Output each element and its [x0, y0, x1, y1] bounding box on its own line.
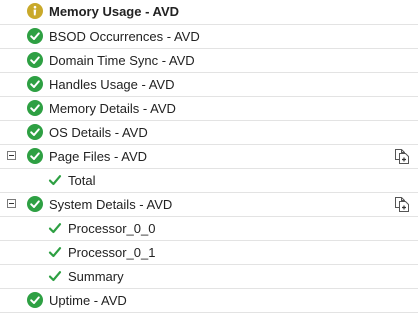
add-descriptor-icon[interactable]	[392, 196, 410, 212]
tree-row-summary[interactable]: Summary	[0, 265, 418, 289]
check-circle-icon	[27, 76, 43, 92]
tree-row-label: Summary	[68, 269, 124, 284]
add-descriptor-icon[interactable]	[392, 148, 410, 164]
check-icon	[48, 173, 62, 187]
check-circle-icon	[27, 28, 43, 44]
tree-row-label: System Details - AVD	[49, 197, 173, 212]
tree-row-uptime[interactable]: Uptime - AVD	[0, 289, 418, 313]
tree-row-label: Memory Usage - AVD	[49, 4, 180, 19]
tree-row-bsod-occurrences[interactable]: BSOD Occurrences - AVD	[0, 25, 418, 49]
tree-row-label: Total	[68, 173, 96, 188]
check-circle-icon	[27, 196, 43, 212]
tree-row-memory-usage[interactable]: Memory Usage - AVD	[0, 0, 418, 25]
check-circle-icon	[27, 100, 43, 116]
tree-row-page-files[interactable]: Page Files - AVD	[0, 145, 418, 169]
check-circle-icon	[27, 52, 43, 68]
tree-row-label: Handles Usage - AVD	[49, 77, 175, 92]
test-tree: Memory Usage - AVD BSOD Occurrences - AV…	[0, 0, 418, 313]
tree-row-domain-time-sync[interactable]: Domain Time Sync - AVD	[0, 49, 418, 73]
check-icon	[48, 269, 62, 283]
tree-row-os-details[interactable]: OS Details - AVD	[0, 121, 418, 145]
tree-row-handles-usage[interactable]: Handles Usage - AVD	[0, 73, 418, 97]
tree-row-total[interactable]: Total	[0, 169, 418, 193]
tree-row-label: OS Details - AVD	[49, 125, 148, 140]
tree-row-processor-0-0[interactable]: Processor_0_0	[0, 217, 418, 241]
tree-row-label: Page Files - AVD	[49, 149, 148, 164]
tree-row-memory-details[interactable]: Memory Details - AVD	[0, 97, 418, 121]
collapse-toggle-icon[interactable]	[7, 199, 16, 208]
tree-row-label: Memory Details - AVD	[49, 101, 176, 116]
check-circle-icon	[27, 124, 43, 140]
tree-row-label: Processor_0_0	[68, 221, 156, 236]
check-circle-icon	[27, 148, 43, 164]
check-icon	[48, 221, 62, 235]
tree-row-label: BSOD Occurrences - AVD	[49, 29, 200, 44]
tree-row-system-details[interactable]: System Details - AVD	[0, 193, 418, 217]
info-icon	[27, 3, 43, 19]
check-icon	[48, 245, 62, 259]
tree-row-label: Domain Time Sync - AVD	[49, 53, 195, 68]
check-circle-icon	[27, 292, 43, 308]
tree-row-label: Uptime - AVD	[49, 293, 127, 308]
tree-row-label: Processor_0_1	[68, 245, 156, 260]
tree-row-processor-0-1[interactable]: Processor_0_1	[0, 241, 418, 265]
collapse-toggle-icon[interactable]	[7, 151, 16, 160]
